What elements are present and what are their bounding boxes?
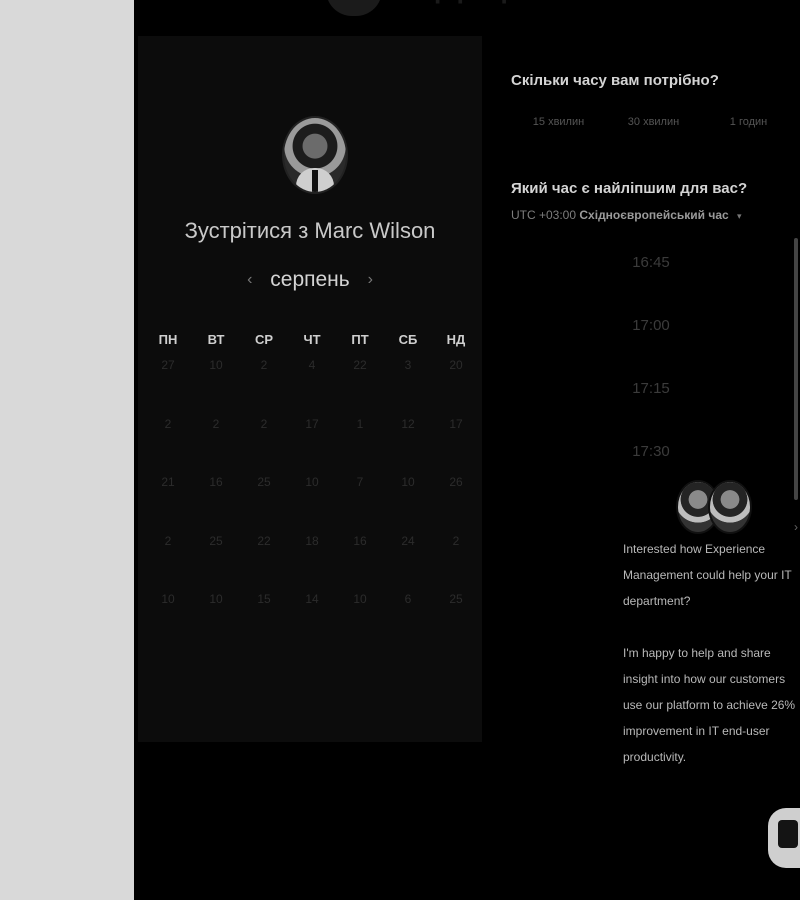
duration-question: Скільки часу вам потрібно? [511,72,719,89]
time-slot-scrollbar[interactable] [794,238,798,500]
calendar-day: 26 [449,475,463,489]
time-slot-list: 16:45 17:00 17:15 17:30 [511,254,791,506]
calendar-day: 2 [452,533,460,548]
logo-wordmark: ·· · [434,0,524,16]
chevron-down-icon: ▾ [737,211,742,221]
calendar-card: Зустрітися з Marc Wilson ‹ серпень › ПН … [138,36,482,742]
calendar-day: 16 [209,475,223,489]
calendar-day: 6 [404,592,412,606]
chat-bubble-icon [778,820,798,848]
weekday-label: ЧТ [303,332,321,347]
calendar-day: 12 [401,416,415,431]
calendar-day: 2 [164,416,172,431]
month-label: серпень [270,268,350,291]
weekday-header: ПН ВТ СР ЧТ ПТ СБ НД [144,332,480,347]
duration-option-30[interactable]: 30 хвилин [606,116,701,128]
calendar-day: 24 [401,533,415,548]
timezone-name: Східноєвропейський час [579,208,729,222]
meeting-title-prefix: Зустрітися з [184,218,309,243]
weekday-label: ВТ [207,332,225,347]
calendar-day: 2 [164,533,172,548]
weekday-label: СБ [398,332,418,347]
weekday-label: НД [446,332,466,347]
host-avatar [282,116,348,194]
chat-message: I'm happy to help and share insight into… [623,646,796,764]
calendar-day: 22 [353,358,367,372]
calendar-day: 14 [305,592,319,606]
next-month-icon[interactable]: › [368,271,373,288]
chat-agent-avatars [676,480,756,534]
avatar-tie [312,170,318,192]
calendar-day: 10 [161,592,175,606]
time-slot[interactable]: 16:45 [511,254,791,317]
month-navigator: ‹ серпень › [138,268,482,292]
calendar-day: 4 [308,358,316,372]
booking-page: ·· · Зустрітися з Marc Wilson ‹ серпень … [134,0,800,900]
calendar-day: 18 [305,533,319,548]
calendar-day: 22 [257,533,271,548]
calendar-day: 10 [353,592,367,606]
weekday-label: ПН [158,332,178,347]
time-slot[interactable]: 17:00 [511,317,791,380]
calendar-day: 25 [209,533,223,548]
duration-option-15[interactable]: 15 хвилин [511,116,606,128]
calendar-days-grid: 27 10 2 4 22 3 20 2 2 2 17 1 12 17 21 16… [144,358,480,651]
calendar-day: 10 [305,475,319,489]
host-name: Marc Wilson [314,218,436,243]
calendar-day: 2 [212,416,220,431]
timezone-offset: UTC +03:00 [511,208,577,222]
chat-message: Interested how Experience Management cou… [623,542,792,608]
meeting-title: Зустрітися з Marc Wilson [138,218,482,244]
calendar-day: 25 [449,592,463,606]
time-question: Який час є найліпшим для вас? [511,180,748,197]
calendar-day: 25 [257,475,271,489]
calendar-day: 7 [356,475,364,489]
chat-close-icon[interactable]: › [794,520,800,534]
calendar-day: 10 [401,475,415,489]
chat-launcher-button[interactable] [768,808,800,868]
calendar-day: 10 [209,358,223,372]
calendar-day: 1 [356,416,364,431]
calendar-day: 17 [305,416,319,431]
calendar-day: 17 [449,416,463,431]
timezone-select[interactable]: UTC +03:00 Східноєвропейський час ▾ [511,208,742,222]
calendar-day: 15 [257,592,271,606]
calendar-day: 27 [161,358,175,372]
chat-message-bubble[interactable]: Interested how Experience Management cou… [623,536,800,770]
calendar-day: 2 [260,358,268,372]
calendar-day: 21 [161,475,175,489]
time-slot[interactable]: 17:15 [511,380,791,443]
logo-icon [326,0,382,16]
left-gutter [0,0,134,900]
chat-agent-avatar [708,480,752,534]
calendar-day: 10 [209,592,223,606]
calendar-day: 3 [404,358,412,372]
duration-option-60[interactable]: 1 годин [701,116,796,128]
duration-options: 15 хвилин 30 хвилин 1 годин [511,116,800,128]
weekday-label: ПТ [351,332,369,347]
calendar-day: 16 [353,533,367,548]
prev-month-icon[interactable]: ‹ [247,271,252,288]
calendar-day: 2 [260,416,268,431]
calendar-day: 20 [449,358,463,372]
weekday-label: СР [254,332,274,347]
